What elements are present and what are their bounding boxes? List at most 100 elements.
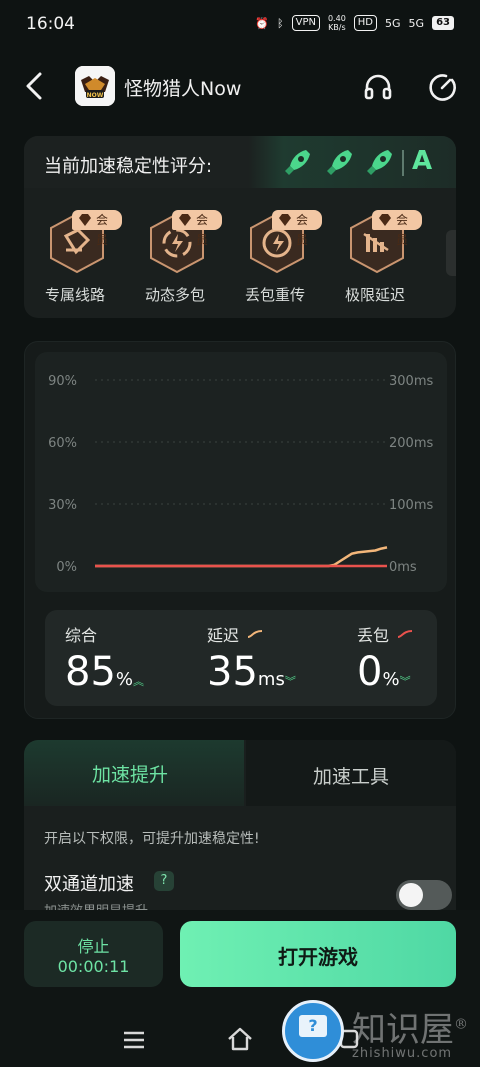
rocket-icon bbox=[327, 150, 352, 175]
hd-badge: HD bbox=[353, 15, 378, 31]
speedometer-icon bbox=[429, 74, 456, 101]
feature-item[interactable]: 会员 极限延迟 bbox=[328, 206, 422, 310]
customer-service-button[interactable] bbox=[362, 71, 394, 103]
feature-label: 丢包重传 bbox=[244, 286, 305, 304]
chevrons-down-icon: ︾ bbox=[284, 675, 296, 688]
open-game-label: 打开游戏 bbox=[278, 945, 358, 969]
vpn-badge: VPN bbox=[291, 15, 320, 31]
stat-latency: 延迟 35ms︾ bbox=[207, 622, 296, 706]
diamond-icon bbox=[179, 214, 191, 226]
status-time: 16:04 bbox=[26, 14, 75, 34]
vip-badge: 会员 bbox=[172, 210, 222, 247]
game-logo-icon: NOW bbox=[75, 66, 115, 106]
question-icon: ? bbox=[299, 1015, 327, 1037]
chevrons-up-icon: ︽ bbox=[133, 675, 145, 688]
dual-channel-title: 双通道加速 bbox=[44, 874, 134, 895]
feature-item[interactable]: 会员 丢包重传 bbox=[228, 206, 322, 310]
chart-area: 90% 300ms 60% 200ms 30% 100ms 0% 0ms bbox=[35, 352, 447, 592]
alarm-icon: ⏰ bbox=[255, 16, 269, 30]
svg-text:NOW: NOW bbox=[87, 92, 104, 99]
feature-label: 专属线路 bbox=[44, 286, 105, 304]
stat-value: 85 bbox=[65, 649, 116, 695]
dual-channel-toggle[interactable] bbox=[396, 880, 452, 910]
rocket-icon bbox=[285, 150, 310, 175]
signal-1: 5G bbox=[385, 16, 401, 30]
status-bar: 16:04 ⏰ ᛒ VPN 0.40 KB/s HD 5G 5G 63 bbox=[0, 0, 480, 50]
speed-test-button[interactable] bbox=[426, 71, 458, 103]
right-tick-label: 0ms bbox=[389, 560, 417, 575]
stop-button[interactable]: 停止 00:00:11 bbox=[24, 921, 163, 987]
stat-label: 丢包 bbox=[357, 626, 390, 645]
right-tick-label: 200ms bbox=[389, 436, 433, 451]
tab-accel-boost[interactable]: 加速提升 bbox=[24, 740, 244, 806]
vip-badge: 会员 bbox=[272, 210, 322, 247]
stats-panel: 综合 85%︽ 延迟 35ms︾ 丢包 0%︾ bbox=[45, 610, 437, 706]
bluetooth-icon: ᛒ bbox=[277, 16, 284, 30]
stop-label: 停止 bbox=[77, 937, 110, 956]
header: NOW 怪物猎人Now bbox=[0, 62, 480, 110]
series-line-latency bbox=[95, 546, 388, 568]
stability-label: 当前加速稳定性评分: bbox=[44, 156, 213, 177]
stability-card: 当前加速稳定性评分: A 会员 专属线路 会员 动态多包 会员 丢包重传 会员 … bbox=[24, 136, 456, 318]
back-button[interactable] bbox=[20, 70, 48, 102]
stability-grade: A bbox=[412, 146, 433, 176]
feature-list: 会员 专属线路 会员 动态多包 会员 丢包重传 会员 极限延迟 bbox=[24, 206, 456, 316]
chevrons-down-icon: ︾ bbox=[399, 675, 411, 688]
app-title: 怪物猎人Now bbox=[124, 78, 242, 100]
watermark-badge: ? bbox=[282, 1000, 344, 1062]
open-game-button[interactable]: 打开游戏 bbox=[180, 921, 456, 987]
battery-icon: 63 bbox=[432, 16, 454, 30]
left-tick-label: 90% bbox=[48, 374, 77, 389]
menu-icon[interactable] bbox=[122, 1030, 146, 1050]
latency-chart: 90% 300ms 60% 200ms 30% 100ms 0% 0ms bbox=[48, 374, 433, 575]
grade-divider bbox=[402, 150, 404, 176]
stability-header: 当前加速稳定性评分: A bbox=[24, 136, 456, 188]
stat-value: 35 bbox=[207, 649, 258, 695]
latency-legend-icon bbox=[247, 630, 263, 638]
left-tick-label: 60% bbox=[48, 436, 77, 451]
tab-accel-tools[interactable]: 加速工具 bbox=[246, 740, 456, 806]
toggle-knob bbox=[399, 883, 423, 907]
status-icons: ⏰ ᛒ VPN 0.40 KB/s HD 5G 5G 63 bbox=[255, 14, 454, 32]
loss-legend-icon bbox=[397, 630, 413, 638]
net-speed: 0.40 KB/s bbox=[327, 14, 346, 32]
left-tick-label: 30% bbox=[48, 498, 77, 513]
vip-badge: 会员 bbox=[72, 210, 122, 247]
tabs-card: 加速工具 加速提升 开启以下权限，可提升加速稳定性! 双通道加速 ? 加速效果明… bbox=[24, 740, 456, 930]
watermark-url: zhishiwu.com bbox=[352, 1046, 453, 1061]
headset-icon bbox=[364, 74, 392, 100]
feature-label: 极限延迟 bbox=[344, 286, 405, 304]
feature-item-partial[interactable] bbox=[446, 230, 456, 276]
home-icon[interactable] bbox=[226, 1026, 254, 1052]
right-tick-label: 300ms bbox=[389, 374, 433, 389]
stat-loss: 丢包 0%︾ bbox=[357, 622, 413, 706]
stat-overall: 综合 85%︽ bbox=[65, 622, 144, 706]
signal-2: 5G bbox=[408, 16, 425, 30]
diamond-icon bbox=[379, 214, 391, 226]
help-icon[interactable]: ? bbox=[154, 871, 174, 891]
stat-value: 0 bbox=[357, 649, 383, 695]
watermark-text: 知识屋® bbox=[352, 1010, 468, 1050]
dual-channel-row: 双通道加速 ? 加速效果明显提升 bbox=[44, 870, 452, 919]
right-tick-label: 100ms bbox=[389, 498, 433, 513]
stat-label: 综合 bbox=[65, 626, 98, 645]
diamond-icon bbox=[79, 214, 91, 226]
stat-unit: % bbox=[115, 669, 134, 690]
tab-label: 加速工具 bbox=[312, 766, 389, 788]
left-tick-label: 0% bbox=[56, 560, 77, 575]
stat-unit: ms bbox=[257, 669, 285, 690]
tab-label: 加速提升 bbox=[91, 764, 168, 786]
rocket-icon bbox=[367, 150, 392, 175]
vip-badge: 会员 bbox=[372, 210, 422, 247]
feature-label: 动态多包 bbox=[144, 286, 205, 304]
stat-unit: % bbox=[382, 669, 400, 690]
elapsed-time: 00:00:11 bbox=[57, 957, 130, 976]
tab-hint: 开启以下权限，可提升加速稳定性! bbox=[44, 831, 260, 847]
chevron-left-icon bbox=[26, 72, 42, 100]
diamond-icon bbox=[279, 214, 291, 226]
feature-item[interactable]: 会员 动态多包 bbox=[128, 206, 222, 310]
chart-card: 90% 300ms 60% 200ms 30% 100ms 0% 0ms 综合 85%︽ 延迟… bbox=[24, 341, 456, 719]
stat-label: 延迟 bbox=[207, 626, 240, 645]
feature-item[interactable]: 会员 专属线路 bbox=[28, 206, 122, 310]
app-logo: NOW bbox=[75, 66, 115, 106]
